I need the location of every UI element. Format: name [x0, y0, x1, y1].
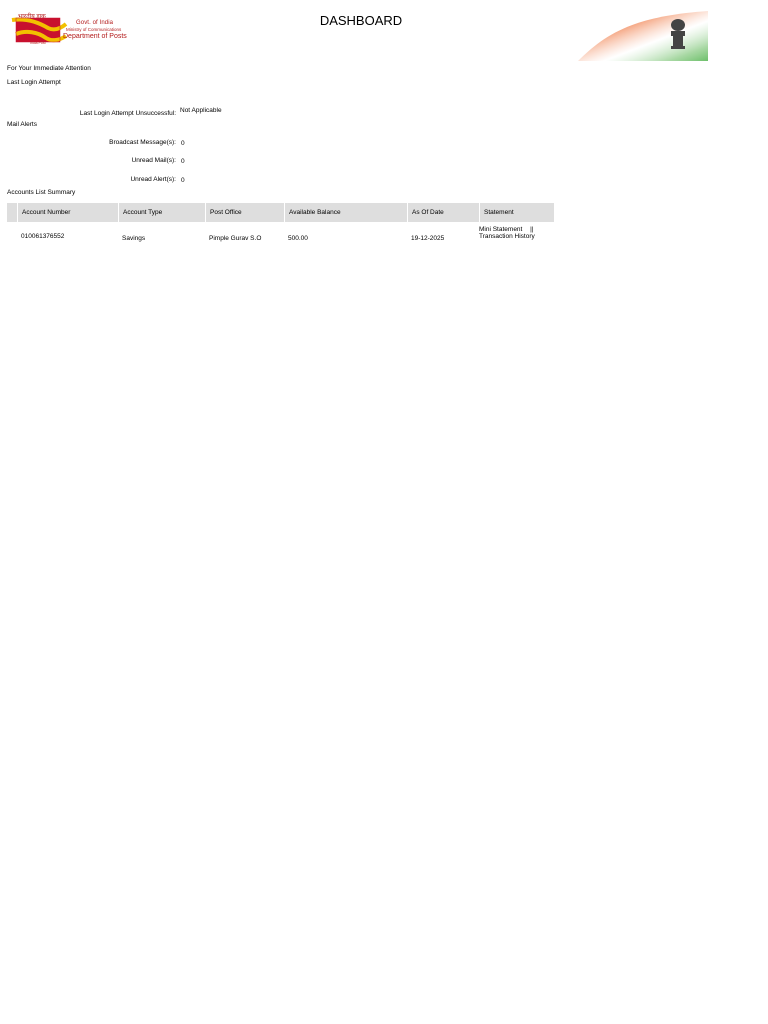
- column-account-number: Account Number: [17, 203, 118, 222]
- logo-ministry-text: Ministry of Communications: [66, 27, 122, 32]
- national-emblem-icon: [578, 11, 708, 61]
- broadcast-value[interactable]: 0: [181, 140, 185, 147]
- attention-heading: For Your Immediate Attention: [7, 65, 91, 72]
- transaction-history-cell: Transaction History: [479, 233, 535, 240]
- last-login-heading: Last Login Attempt: [7, 79, 61, 86]
- column-account-type: Account Type: [118, 203, 205, 222]
- column-available-balance: Available Balance: [284, 203, 407, 222]
- available-balance-cell: 500.00: [288, 235, 308, 242]
- accounts-summary-heading: Accounts List Summary: [7, 189, 76, 196]
- mini-statement-link[interactable]: Mini Statement: [479, 226, 522, 233]
- as-of-date-cell: 19-12-2025: [411, 235, 445, 242]
- logo-department-text: Department of Posts: [63, 33, 127, 40]
- logo-small-text: India Post: [30, 41, 46, 45]
- unread-alert-value[interactable]: 0: [181, 177, 185, 184]
- logo-hindi-text: भारतीय डाक: [18, 14, 46, 20]
- post-office-cell: Pimple Gurav S.O: [209, 235, 262, 242]
- last-login-unsuccessful-label: Last Login Attempt Unsuccessful:: [79, 110, 176, 117]
- column-statement: Statement: [479, 203, 554, 222]
- statement-separator: ||: [530, 226, 534, 233]
- unread-alert-label: Unread Alert(s):: [130, 176, 176, 183]
- statement-cell: Mini Statement ||: [479, 226, 534, 233]
- logo-govt-text: Govt. of India: [76, 20, 114, 26]
- emblem-banner: [578, 11, 708, 61]
- column-post-office: Post Office: [205, 203, 284, 222]
- unread-mail-value[interactable]: 0: [181, 158, 185, 165]
- mail-alerts-heading: Mail Alerts: [7, 121, 37, 128]
- transaction-history-link[interactable]: Transaction History: [479, 233, 535, 240]
- unread-mail-label: Unread Mail(s):: [131, 157, 176, 164]
- column-as-of-date: As Of Date: [407, 203, 479, 222]
- accounts-table-header: Account Number Account Type Post Office …: [7, 203, 554, 222]
- india-post-logo: भारतीय डाक Govt. of India Ministry of Co…: [8, 12, 133, 46]
- account-type-cell: Savings: [122, 235, 146, 242]
- page-title: DASHBOARD: [319, 13, 403, 28]
- account-number-cell[interactable]: 010061376552: [21, 233, 64, 240]
- last-login-unsuccessful-value: Not Applicable: [180, 107, 222, 114]
- broadcast-label: Broadcast Message(s):: [109, 139, 176, 146]
- dashboard-page: भारतीय डाक Govt. of India Ministry of Co…: [0, 0, 768, 1024]
